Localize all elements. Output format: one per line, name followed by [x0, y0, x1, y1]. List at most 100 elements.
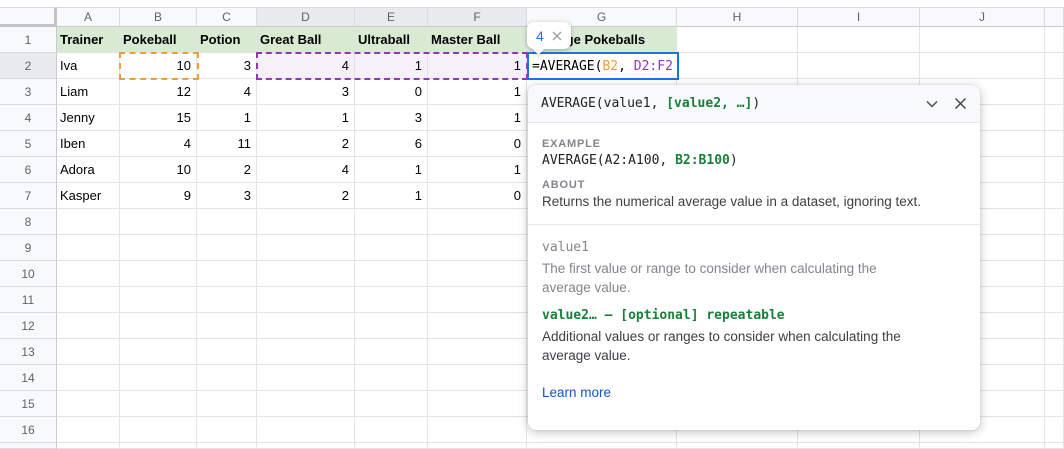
cell-B14[interactable] [120, 365, 197, 391]
cell-B8[interactable] [120, 209, 197, 235]
cell-B16[interactable] [120, 417, 197, 443]
column-header-A[interactable]: A [57, 7, 120, 27]
column-header-E[interactable]: E [355, 7, 428, 27]
cell-F1[interactable]: Master Ball [428, 27, 527, 53]
cell-D4[interactable]: 1 [257, 105, 355, 131]
cell-x10[interactable] [1045, 261, 1064, 287]
cell-C15[interactable] [197, 391, 257, 417]
cell-E4[interactable]: 3 [355, 105, 428, 131]
cell-E15[interactable] [355, 391, 428, 417]
cell-B15[interactable] [120, 391, 197, 417]
cell-C9[interactable] [197, 235, 257, 261]
cell-F16[interactable] [428, 417, 527, 443]
row-header-15[interactable]: 15 [0, 391, 57, 417]
column-header-H[interactable]: H [677, 7, 798, 27]
cell-C7[interactable]: 3 [197, 183, 257, 209]
column-header-partial[interactable] [1045, 7, 1064, 27]
cell-B13[interactable] [120, 339, 197, 365]
cell-J17[interactable] [920, 443, 1045, 449]
cell-x8[interactable] [1045, 209, 1064, 235]
row-header-12[interactable]: 12 [0, 313, 57, 339]
cell-C1[interactable]: Potion [197, 27, 257, 53]
cell-F6[interactable]: 1 [428, 157, 527, 183]
cell-A1[interactable]: Trainer [57, 27, 120, 53]
cell-x11[interactable] [1045, 287, 1064, 313]
cell-I2[interactable] [798, 53, 920, 79]
row-header-4[interactable]: 4 [0, 105, 57, 131]
active-cell-editor[interactable]: =AVERAGE(B2, D2:F2 [527, 52, 679, 80]
cell-D16[interactable] [257, 417, 355, 443]
cell-B7[interactable]: 9 [120, 183, 197, 209]
row-header-16[interactable]: 16 [0, 417, 57, 443]
cell-D17[interactable] [257, 443, 355, 449]
cell-E13[interactable] [355, 339, 428, 365]
cell-E7[interactable]: 1 [355, 183, 428, 209]
cell-C8[interactable] [197, 209, 257, 235]
cell-A17[interactable] [57, 443, 120, 449]
cell-B17[interactable] [120, 443, 197, 449]
cell-G17[interactable] [527, 443, 677, 449]
row-header-8[interactable]: 8 [0, 209, 57, 235]
select-all-corner[interactable] [0, 7, 57, 27]
cell-A8[interactable] [57, 209, 120, 235]
cell-D3[interactable]: 3 [257, 79, 355, 105]
cell-F4[interactable]: 1 [428, 105, 527, 131]
cell-x17[interactable] [1045, 443, 1064, 449]
cell-F3[interactable]: 1 [428, 79, 527, 105]
column-header-F[interactable]: F [428, 7, 527, 27]
cell-C13[interactable] [197, 339, 257, 365]
cell-D10[interactable] [257, 261, 355, 287]
row-header-3[interactable]: 3 [0, 79, 57, 105]
row-header-7[interactable]: 7 [0, 183, 57, 209]
cell-x3[interactable] [1045, 79, 1064, 105]
cell-F17[interactable] [428, 443, 527, 449]
cell-F9[interactable] [428, 235, 527, 261]
cell-A11[interactable] [57, 287, 120, 313]
cell-F15[interactable] [428, 391, 527, 417]
cell-E12[interactable] [355, 313, 428, 339]
column-header-I[interactable]: I [798, 7, 920, 27]
cell-C4[interactable]: 1 [197, 105, 257, 131]
learn-more-link[interactable]: Learn more [542, 385, 611, 400]
row-header-2[interactable]: 2 [0, 53, 57, 79]
cell-C2[interactable]: 3 [197, 53, 257, 79]
cell-B10[interactable] [120, 261, 197, 287]
row-header-1[interactable]: 1 [0, 27, 57, 53]
cell-A4[interactable]: Jenny [57, 105, 120, 131]
cell-x6[interactable] [1045, 157, 1064, 183]
cell-D13[interactable] [257, 339, 355, 365]
cell-A10[interactable] [57, 261, 120, 287]
cell-D14[interactable] [257, 365, 355, 391]
cell-D9[interactable] [257, 235, 355, 261]
cell-D7[interactable]: 2 [257, 183, 355, 209]
cell-x15[interactable] [1045, 391, 1064, 417]
cell-x9[interactable] [1045, 235, 1064, 261]
cell-F8[interactable] [428, 209, 527, 235]
cell-D1[interactable]: Great Ball [257, 27, 355, 53]
cell-x13[interactable] [1045, 339, 1064, 365]
row-header-6[interactable]: 6 [0, 157, 57, 183]
row-header-13[interactable]: 13 [0, 339, 57, 365]
cell-D5[interactable]: 2 [257, 131, 355, 157]
cell-D15[interactable] [257, 391, 355, 417]
cell-E11[interactable] [355, 287, 428, 313]
cell-B6[interactable]: 10 [120, 157, 197, 183]
cell-F14[interactable] [428, 365, 527, 391]
cell-C5[interactable]: 11 [197, 131, 257, 157]
cell-E1[interactable]: Ultraball [355, 27, 428, 53]
cell-J2[interactable] [920, 53, 1045, 79]
cell-E5[interactable]: 6 [355, 131, 428, 157]
cell-E6[interactable]: 1 [355, 157, 428, 183]
cell-E9[interactable] [355, 235, 428, 261]
cell-C12[interactable] [197, 313, 257, 339]
cell-C11[interactable] [197, 287, 257, 313]
cell-B3[interactable]: 12 [120, 79, 197, 105]
row-header-17[interactable] [0, 443, 57, 449]
cell-D12[interactable] [257, 313, 355, 339]
cell-A14[interactable] [57, 365, 120, 391]
column-header-D[interactable]: D [257, 7, 355, 27]
cell-x5[interactable] [1045, 131, 1064, 157]
cell-A3[interactable]: Liam [57, 79, 120, 105]
cell-H2[interactable] [677, 53, 798, 79]
cell-C17[interactable] [197, 443, 257, 449]
